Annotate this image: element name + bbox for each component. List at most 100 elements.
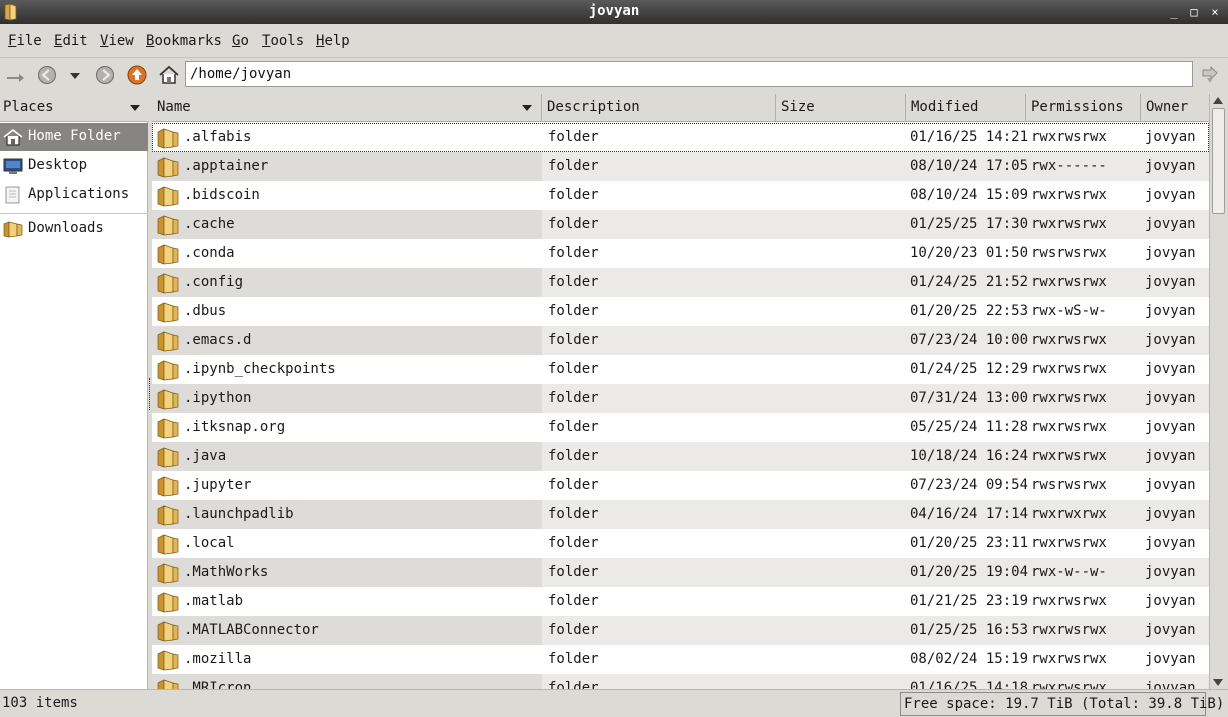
table-row[interactable]: .java folder 10/18/24 16:24 rwxrwsrwx jovyan — [152, 442, 1209, 471]
cell-owner: jovyan — [1145, 680, 1196, 689]
table-row[interactable]: .ipython folder 07/31/24 13:00 rwxrwsrwx jov… — [152, 384, 1209, 413]
table-row[interactable]: .alfabis folder 01/16/25 14:21 rwxrwsrwx jov… — [152, 123, 1209, 152]
table-row[interactable]: .MRIcron folder 01/16/25 14:18 rwxrwsrwx jov… — [152, 674, 1209, 689]
table-row[interactable]: .launchpadlib folder 04/16/24 17:14 rwxrwxr… — [152, 500, 1209, 529]
cell-owner: jovyan — [1145, 274, 1196, 290]
cell-description: folder — [548, 651, 599, 667]
column-header-name[interactable]: Name — [152, 94, 542, 122]
sidebar-item-downloads[interactable]: Downloads — [0, 215, 148, 243]
cell-name: .cache — [184, 216, 235, 232]
cell-name: .apptainer — [184, 158, 269, 174]
table-row[interactable]: .matlab folder 01/21/25 23:19 rwxrwsrwx jovy… — [152, 587, 1209, 616]
menu-help[interactable]: Help — [316, 33, 350, 49]
forward-icon[interactable] — [94, 64, 116, 86]
cell-owner: jovyan — [1145, 419, 1196, 435]
close-button[interactable]: × — [1207, 4, 1223, 20]
new-tab-icon[interactable] — [4, 64, 26, 86]
cell-permissions: rwxrwsrwx — [1031, 593, 1107, 609]
minimize-button[interactable]: _ — [1166, 4, 1182, 20]
cell-modified: 10/20/23 01:50 — [910, 245, 1029, 261]
cell-description: folder — [548, 622, 599, 638]
cell-name: .conda — [184, 245, 235, 261]
column-header-permissions[interactable]: Permissions — [1026, 94, 1141, 122]
column-header-owner[interactable]: Owner — [1141, 94, 1209, 122]
cell-name: .alfabis — [184, 129, 252, 145]
cell-owner: jovyan — [1145, 593, 1196, 609]
sidebar-item-applications[interactable]: Applications — [0, 181, 148, 209]
menu-file[interactable]: File — [8, 33, 42, 49]
table-row[interactable]: .config folder 01/24/25 21:52 rwxrwsrwx jovy… — [152, 268, 1209, 297]
table-row[interactable]: .jupyter folder 07/23/24 09:54 rwsrwsrwx jov… — [152, 471, 1209, 500]
cell-description: folder — [548, 303, 599, 319]
maximize-button[interactable]: □ — [1186, 4, 1202, 20]
table-row[interactable]: .dbus folder 01/20/25 22:53 rwx-wS-w-jovyan — [152, 297, 1209, 326]
table-row[interactable]: .cache folder 01/25/25 17:30 rwxrwsrwx jovya… — [152, 210, 1209, 239]
cell-permissions: rwxrwsrwx — [1031, 622, 1107, 638]
table-row[interactable]: .mozilla folder 08/02/24 15:19 rwxrwsrwx jov… — [152, 645, 1209, 674]
scroll-down-arrow-icon[interactable] — [1213, 679, 1223, 686]
column-header-modified[interactable]: Modified — [906, 94, 1026, 122]
menu-go[interactable]: Go — [232, 33, 249, 49]
sidebar-item-desktop[interactable]: Desktop — [0, 152, 148, 180]
scrollbar-thumb[interactable] — [1212, 108, 1225, 214]
cell-description: folder — [548, 506, 599, 522]
cell-name: .emacs.d — [184, 332, 252, 348]
cell-modified: 01/20/25 22:53 — [910, 303, 1029, 319]
cell-owner: jovyan — [1145, 332, 1196, 348]
path-input[interactable] — [185, 61, 1193, 87]
history-dropdown-icon[interactable] — [64, 64, 86, 86]
cell-permissions: rwxrwsrwx — [1031, 651, 1107, 667]
table-row[interactable]: .MathWorks folder 01/20/25 19:04 rwx-w--w-j… — [152, 558, 1209, 587]
home-icon — [3, 128, 23, 146]
table-row[interactable]: .itksnap.org folder 05/25/24 11:28 rwxrwsrw… — [152, 413, 1209, 442]
file-rows: .alfabis folder 01/16/25 14:21 rwxrwsrwx jov… — [152, 123, 1209, 689]
vertical-scrollbar[interactable] — [1209, 94, 1226, 689]
chevron-down-icon[interactable] — [130, 105, 140, 111]
cell-description: folder — [548, 187, 599, 203]
desktop-icon — [3, 158, 23, 174]
cell-name: .jupyter — [184, 477, 252, 493]
menu-bar: File Edit View Bookmarks Go Tools Help — [0, 24, 1228, 58]
window-title: jovyan — [588, 3, 640, 19]
folder-icon — [157, 186, 179, 207]
places-header[interactable]: Places — [0, 94, 148, 122]
cell-modified: 01/24/25 12:29 — [910, 361, 1029, 377]
cell-description: folder — [548, 332, 599, 348]
menu-edit[interactable]: Edit — [54, 33, 88, 49]
cell-owner: jovyan — [1145, 564, 1196, 580]
table-row[interactable]: .ipynb_checkpoints folder 01/24/25 12:29 rw… — [152, 355, 1209, 384]
menu-tools[interactable]: Tools — [262, 33, 304, 49]
column-header-size[interactable]: Size — [776, 94, 906, 122]
column-header-description[interactable]: Description — [542, 94, 776, 122]
table-row[interactable]: .apptainer folder 08/10/24 17:05 rwx------ j… — [152, 152, 1209, 181]
cell-description: folder — [548, 448, 599, 464]
go-icon[interactable] — [1199, 64, 1221, 86]
up-icon[interactable] — [126, 64, 148, 86]
cell-modified: 01/21/25 23:19 — [910, 593, 1029, 609]
cell-name: .dbus — [184, 303, 227, 319]
sidebar-item-label: Downloads — [28, 220, 104, 236]
cell-description: folder — [548, 680, 599, 689]
sidebar-divider — [0, 213, 148, 214]
folder-icon — [157, 215, 179, 236]
scroll-up-arrow-icon[interactable] — [1213, 97, 1223, 104]
table-row[interactable]: .conda folder 10/20/23 01:50 rwsrwsrwx jovya… — [152, 239, 1209, 268]
home-icon[interactable] — [158, 64, 180, 86]
folder-icon — [157, 389, 179, 410]
folder-icon — [157, 418, 179, 439]
folder-icon — [157, 157, 179, 178]
table-row[interactable]: .bidscoin folder 08/10/24 15:09 rwxrwsrwx jo… — [152, 181, 1209, 210]
cell-owner: jovyan — [1145, 216, 1196, 232]
table-row[interactable]: .local folder 01/20/25 23:11 rwxrwsrwx jovya… — [152, 529, 1209, 558]
menu-bookmarks[interactable]: Bookmarks — [146, 33, 222, 49]
table-row[interactable]: .emacs.d folder 07/23/24 10:00 rwxrwsrwx jov… — [152, 326, 1209, 355]
cell-permissions: rwx-wS-w- — [1031, 303, 1107, 319]
sidebar-item-home-folder[interactable]: Home Folder — [0, 123, 148, 151]
folder-icon — [157, 273, 179, 294]
folder-icon — [157, 563, 179, 584]
back-icon[interactable] — [36, 64, 58, 86]
table-row[interactable]: .MATLABConnector folder 01/25/25 16:53 rwxr… — [152, 616, 1209, 645]
cell-owner: jovyan — [1145, 622, 1196, 638]
menu-view[interactable]: View — [100, 33, 134, 49]
cell-modified: 07/31/24 13:00 — [910, 390, 1029, 406]
